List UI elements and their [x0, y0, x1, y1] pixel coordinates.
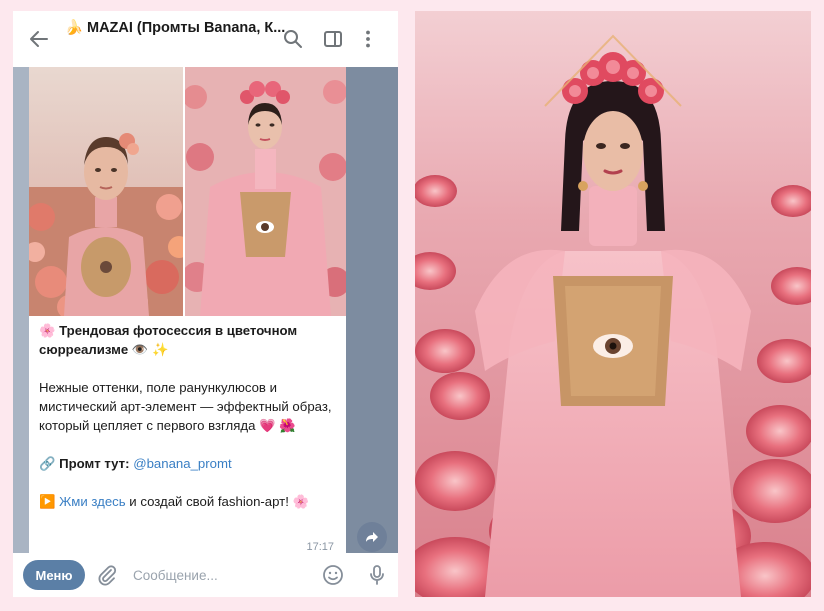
- link-emoji: 🔗: [39, 456, 56, 471]
- cta-trailing-emoji: 🌸: [292, 494, 309, 509]
- message-body: Нежные оттенки, поле ранункулюсов и мист…: [39, 378, 339, 435]
- cta-link[interactable]: Жми здесь: [59, 494, 126, 509]
- more-vertical-icon: [366, 30, 370, 48]
- message-bubble[interactable]: 🌸 Трендовая фотосессия в цветочном сюрре…: [29, 67, 346, 553]
- message-time: 17:17: [306, 541, 334, 553]
- more-button[interactable]: [356, 27, 380, 51]
- fashion-portrait-image: [415, 11, 811, 597]
- arrow-left-icon: [30, 31, 48, 47]
- photo-album[interactable]: [29, 67, 346, 316]
- featured-photo: [415, 11, 811, 597]
- telegram-window: 🍌 MAZAI (Промты Banana, К... 🌸 Трендовая…: [13, 11, 398, 597]
- emoji-button[interactable]: [321, 563, 345, 587]
- side-panel-icon: [324, 31, 342, 47]
- smiley-icon: [323, 565, 343, 585]
- forward-button[interactable]: [357, 522, 387, 552]
- back-button[interactable]: [27, 27, 51, 51]
- chat-area[interactable]: 🌸 Трендовая фотосессия в цветочном сюрре…: [13, 67, 398, 553]
- microphone-button[interactable]: [365, 563, 389, 587]
- message-input[interactable]: [133, 563, 313, 587]
- search-icon: [284, 30, 302, 48]
- flower-emoji: 🌸: [39, 323, 56, 338]
- play-emoji: ▶️: [39, 494, 56, 509]
- prompt-line: 🔗 Промт тут: @banana_promt: [39, 454, 339, 473]
- chat-title-text: MAZAI (Промты Banana, К...: [87, 20, 285, 36]
- message-composer: Меню: [13, 553, 398, 597]
- banana-emoji: 🍌: [65, 20, 84, 36]
- search-button[interactable]: [281, 27, 305, 51]
- prompt-link[interactable]: @banana_promt: [133, 456, 231, 471]
- message-text: 🌸 Трендовая фотосессия в цветочном сюрре…: [39, 321, 339, 530]
- portrait-image: [185, 67, 346, 316]
- album-photo-1[interactable]: [29, 67, 183, 316]
- chat-background: [346, 67, 398, 553]
- attach-button[interactable]: [95, 563, 119, 587]
- forward-arrow-icon: [366, 532, 378, 542]
- side-panel-button[interactable]: [321, 27, 345, 51]
- microphone-icon: [370, 565, 384, 585]
- cta-text: и создай свой fashion-арт!: [129, 494, 289, 509]
- chat-header: 🍌 MAZAI (Промты Banana, К...: [13, 11, 398, 67]
- message-headline: 🌸 Трендовая фотосессия в цветочном сюрре…: [39, 321, 339, 359]
- cta-line: ▶️ Жми здесь и создай свой fashion-арт! …: [39, 492, 339, 511]
- menu-button[interactable]: Меню: [23, 560, 85, 590]
- body-emojis: 💗 🌺: [259, 418, 296, 433]
- headline-emojis: 👁️ ✨: [131, 342, 169, 357]
- paperclip-icon: [98, 565, 117, 586]
- chat-title[interactable]: 🍌 MAZAI (Промты Banana, К...: [65, 19, 285, 36]
- portrait-image: [29, 67, 183, 316]
- prompt-label: Промт тут:: [59, 456, 130, 471]
- album-photo-2[interactable]: [185, 67, 346, 316]
